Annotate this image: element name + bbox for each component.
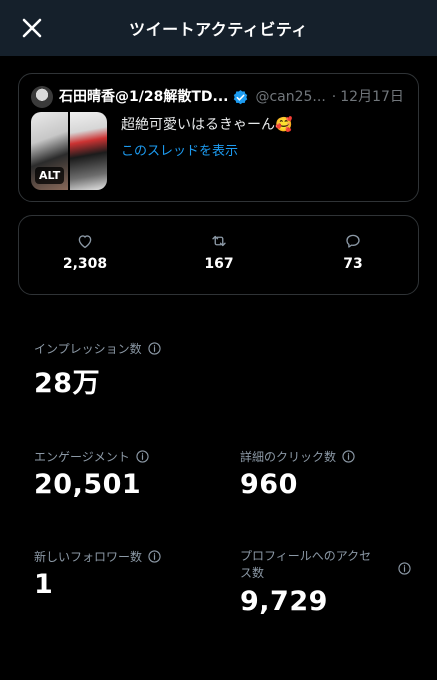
tweet-media[interactable]: ALT: [31, 112, 107, 190]
engagements-metric: エンゲージメント 20,501: [34, 448, 149, 500]
impressions-value: 28万: [34, 368, 101, 399]
detail-clicks-value: 960: [240, 469, 298, 500]
tweet-author-row: 石田晴香@1/28解散TD... @can25... · 12月17日: [59, 86, 429, 108]
author-handle: @can25...: [255, 89, 326, 105]
like-count: 2,308: [62, 256, 108, 272]
heart-icon: [78, 235, 92, 249]
retweet-count: 167: [204, 256, 234, 272]
profile-visits-metric: プロフィールへのアクセス数 9,729: [240, 548, 420, 617]
media-image-1[interactable]: ALT: [31, 112, 68, 190]
engagement-card: 2,308 167 73: [18, 215, 419, 295]
info-icon[interactable]: [342, 450, 355, 463]
reply-stat[interactable]: 73: [303, 232, 403, 272]
impressions-metric: インプレッション数 28万: [34, 340, 161, 400]
close-button[interactable]: [18, 14, 46, 42]
tweet-text: 超絶可愛いはるきゃーん🥰: [121, 117, 293, 133]
reply-count: 73: [343, 256, 363, 272]
retweet-icon: [212, 235, 226, 247]
alt-badge[interactable]: ALT: [35, 167, 65, 184]
tweet-date: 12月17日: [340, 89, 404, 105]
profile-visits-label: プロフィールへのアクセス数: [240, 549, 372, 580]
detail-clicks-label: 詳細のクリック数: [240, 450, 337, 464]
show-thread-link[interactable]: このスレッドを表示: [121, 140, 238, 159]
info-icon[interactable]: [398, 562, 411, 575]
retweet-stat[interactable]: 167: [169, 232, 269, 272]
profile-visits-value: 9,729: [240, 586, 328, 617]
author-name[interactable]: 石田晴香@1/28解散TD...: [59, 86, 228, 108]
new-followers-metric: 新しいフォロワー数 1: [34, 548, 161, 600]
detail-clicks-metric: 詳細のクリック数 960: [240, 448, 355, 500]
engagements-label: エンゲージメント: [34, 450, 130, 464]
media-image-2[interactable]: [70, 112, 107, 190]
reply-icon: [346, 234, 360, 248]
separator-dot: ·: [331, 89, 337, 105]
close-icon: [22, 18, 42, 38]
like-stat[interactable]: 2,308: [35, 232, 135, 272]
tweet-card[interactable]: 石田晴香@1/28解散TD... @can25... · 12月17日 ALT …: [18, 73, 419, 202]
new-followers-value: 1: [34, 569, 54, 600]
verified-badge-icon: [234, 89, 248, 104]
info-icon[interactable]: [136, 450, 149, 463]
info-icon[interactable]: [148, 342, 161, 355]
info-icon[interactable]: [148, 550, 161, 563]
header-bar: ツイートアクティビティ: [0, 0, 437, 56]
page-title: ツイートアクティビティ: [129, 20, 308, 39]
avatar[interactable]: [31, 86, 53, 108]
new-followers-label: 新しいフォロワー数: [34, 550, 143, 564]
engagements-value: 20,501: [34, 469, 142, 500]
impressions-label: インプレッション数: [34, 342, 142, 356]
